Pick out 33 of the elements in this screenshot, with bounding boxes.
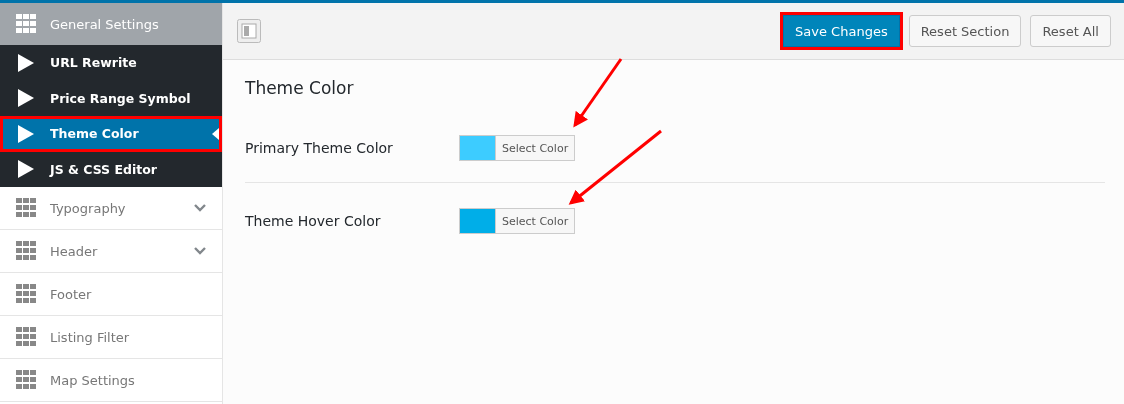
chevron-down-icon bbox=[194, 204, 206, 212]
sidebar-section[interactable]: Header bbox=[0, 230, 222, 273]
layout-icon[interactable] bbox=[237, 19, 261, 43]
sidebar-section[interactable]: Map Settings bbox=[0, 359, 222, 402]
sidebar-section[interactable]: Listing Filter bbox=[0, 316, 222, 359]
play-icon bbox=[18, 89, 34, 108]
play-icon bbox=[18, 160, 34, 179]
field-label: Primary Theme Color bbox=[245, 140, 394, 156]
grid-icon bbox=[16, 327, 36, 347]
sidebar-subitem[interactable]: Theme Color bbox=[0, 116, 222, 152]
color-swatch[interactable] bbox=[460, 209, 495, 233]
select-color-button[interactable]: Select Color bbox=[495, 209, 575, 233]
grid-icon bbox=[16, 284, 36, 304]
grid-icon bbox=[16, 198, 36, 218]
section-title: Theme Color bbox=[245, 78, 355, 98]
sidebar-subitem[interactable]: URL Rewrite bbox=[0, 45, 222, 81]
selection-notch bbox=[212, 128, 219, 140]
grid-icon bbox=[16, 370, 36, 390]
chevron-down-icon bbox=[194, 247, 206, 255]
reset-button[interactable]: Reset Section bbox=[908, 15, 1022, 47]
sidebar-section[interactable]: Footer bbox=[0, 273, 222, 316]
grid-icon bbox=[16, 241, 36, 261]
color-swatch[interactable] bbox=[460, 136, 495, 160]
grid-icon bbox=[16, 14, 36, 34]
save-button[interactable]: Save Changes bbox=[783, 15, 900, 47]
reset-button[interactable]: Reset All bbox=[1030, 15, 1111, 47]
sidebar-section[interactable]: Typography bbox=[0, 187, 222, 230]
play-icon bbox=[18, 124, 34, 143]
sidebar-subitem[interactable]: JS & CSS Editor bbox=[0, 151, 222, 187]
select-color-button[interactable]: Select Color bbox=[495, 136, 575, 160]
field-label: Theme Hover Color bbox=[245, 213, 382, 229]
sidebar-subitem[interactable]: Price Range Symbol bbox=[0, 80, 222, 116]
play-icon bbox=[18, 53, 34, 72]
